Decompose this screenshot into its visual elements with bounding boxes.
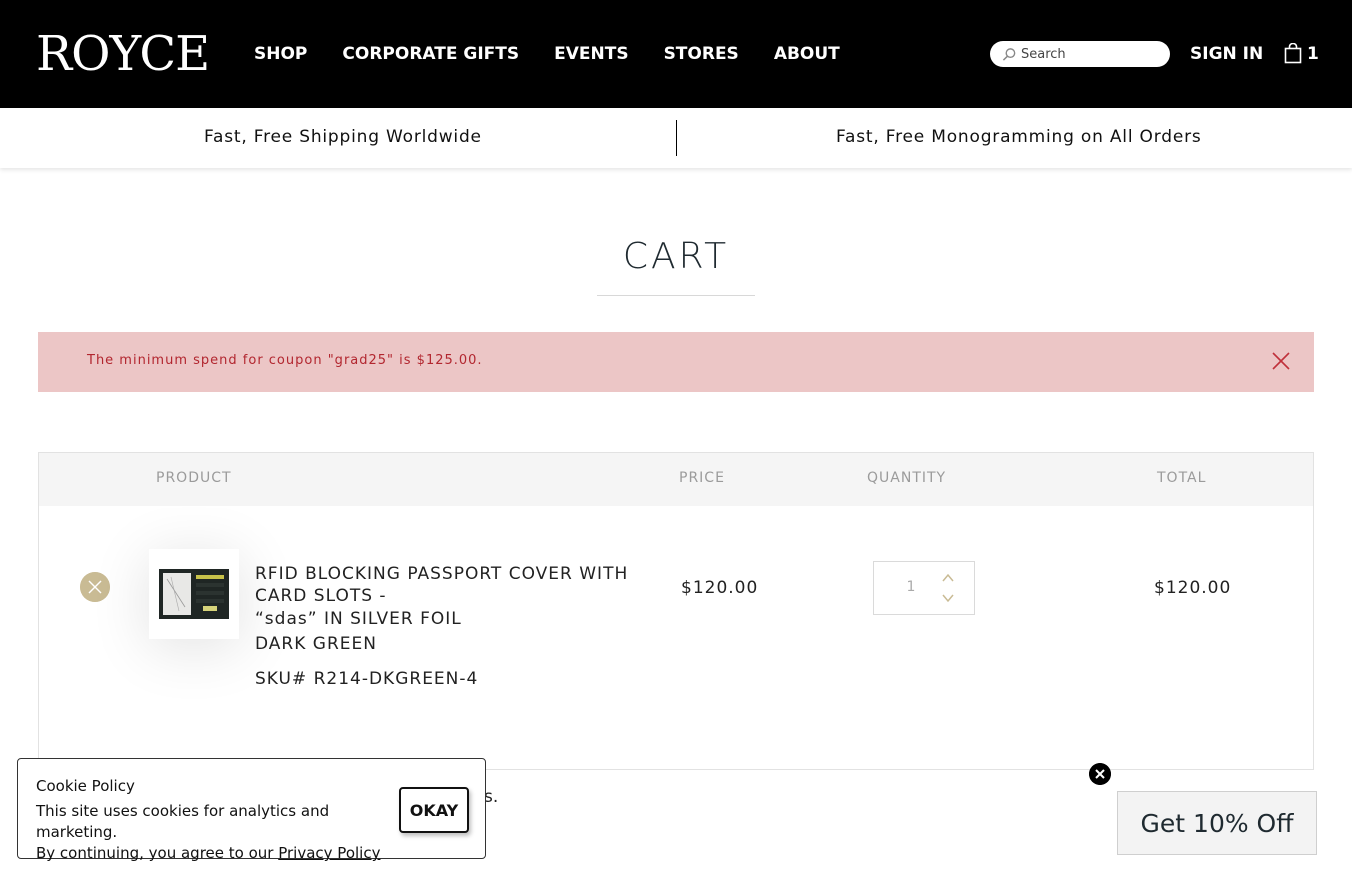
error-message: The minimum spend for coupon "grad25" is… — [87, 353, 483, 368]
announcement-bar: Fast, Free Shipping Worldwide Fast, Free… — [0, 108, 1352, 168]
quantity-input[interactable] — [894, 578, 928, 596]
page-title: CART — [622, 236, 730, 277]
announcement-divider — [676, 120, 677, 156]
product-thumbnail[interactable] — [149, 549, 239, 639]
chevron-up-icon[interactable] — [941, 572, 955, 584]
cookie-title: Cookie Policy — [36, 777, 135, 795]
announcement-monogramming: Fast, Free Monogramming on All Orders — [836, 127, 1202, 147]
site-header: ROYCE SHOP CORPORATE GIFTS EVENTS STORES… — [0, 0, 1352, 108]
search-icon — [1002, 47, 1016, 61]
nav-about[interactable]: ABOUT — [774, 42, 840, 66]
product-name[interactable]: RFID BLOCKING PASSPORT COVER WITH CARD S… — [255, 563, 655, 655]
header-price: PRICE — [679, 470, 725, 486]
royce-logo[interactable]: ROYCE — [36, 24, 210, 84]
cookie-text: This site uses cookies for analytics and… — [36, 801, 386, 864]
partially-hidden-text: s. — [484, 787, 499, 807]
line-total: $120.00 — [1154, 578, 1232, 598]
cart-table: PRODUCT PRICE QUANTITY TOTAL RFID BLOCKI… — [38, 452, 1314, 770]
main-nav: SHOP CORPORATE GIFTS EVENTS STORES ABOUT — [254, 42, 875, 66]
get-discount-button[interactable]: Get 10% Off — [1117, 791, 1317, 855]
header-quantity: QUANTITY — [867, 470, 947, 486]
search-box[interactable] — [990, 41, 1170, 67]
product-color: DARK GREEN — [255, 634, 377, 654]
chevron-down-icon[interactable] — [941, 592, 955, 604]
nav-shop[interactable]: SHOP — [254, 42, 307, 66]
cookie-okay-button[interactable]: OKAY — [399, 787, 469, 833]
shopping-bag-icon[interactable] — [1284, 43, 1302, 64]
close-icon[interactable] — [1089, 763, 1111, 785]
product-name-line: CARD SLOTS - — [255, 586, 387, 606]
announcement-shipping: Fast, Free Shipping Worldwide — [204, 127, 482, 147]
nav-events[interactable]: EVENTS — [554, 42, 628, 66]
close-icon[interactable] — [1270, 350, 1292, 372]
title-underline — [597, 295, 755, 296]
quantity-stepper[interactable] — [873, 561, 975, 615]
product-monogram: “sdas” IN SILVER FOIL — [255, 609, 462, 629]
product-name-line: RFID BLOCKING PASSPORT COVER WITH — [255, 564, 629, 584]
header-product: PRODUCT — [156, 470, 232, 486]
coupon-error-banner: The minimum spend for coupon "grad25" is… — [38, 332, 1314, 392]
nav-corporate-gifts[interactable]: CORPORATE GIFTS — [342, 42, 519, 66]
cart-count[interactable]: 1 — [1307, 42, 1319, 66]
remove-item-icon[interactable] — [80, 572, 110, 602]
header-total: TOTAL — [1157, 470, 1207, 486]
cookie-line: By continuing, you agree to our — [36, 844, 274, 862]
cookie-banner: Cookie Policy This site uses cookies for… — [17, 758, 486, 862]
product-price: $120.00 — [681, 578, 759, 598]
search-input[interactable] — [1021, 46, 1161, 62]
passport-cover-image — [159, 569, 229, 619]
sign-in-link[interactable]: SIGN IN — [1190, 42, 1263, 66]
product-sku: SKU# R214-DKGREEN-4 — [255, 669, 479, 689]
table-header: PRODUCT PRICE QUANTITY TOTAL — [39, 453, 1313, 506]
privacy-policy-link[interactable]: Privacy Policy — [278, 844, 380, 862]
cookie-line: This site uses cookies for analytics and… — [36, 802, 330, 841]
nav-stores[interactable]: STORES — [664, 42, 739, 66]
